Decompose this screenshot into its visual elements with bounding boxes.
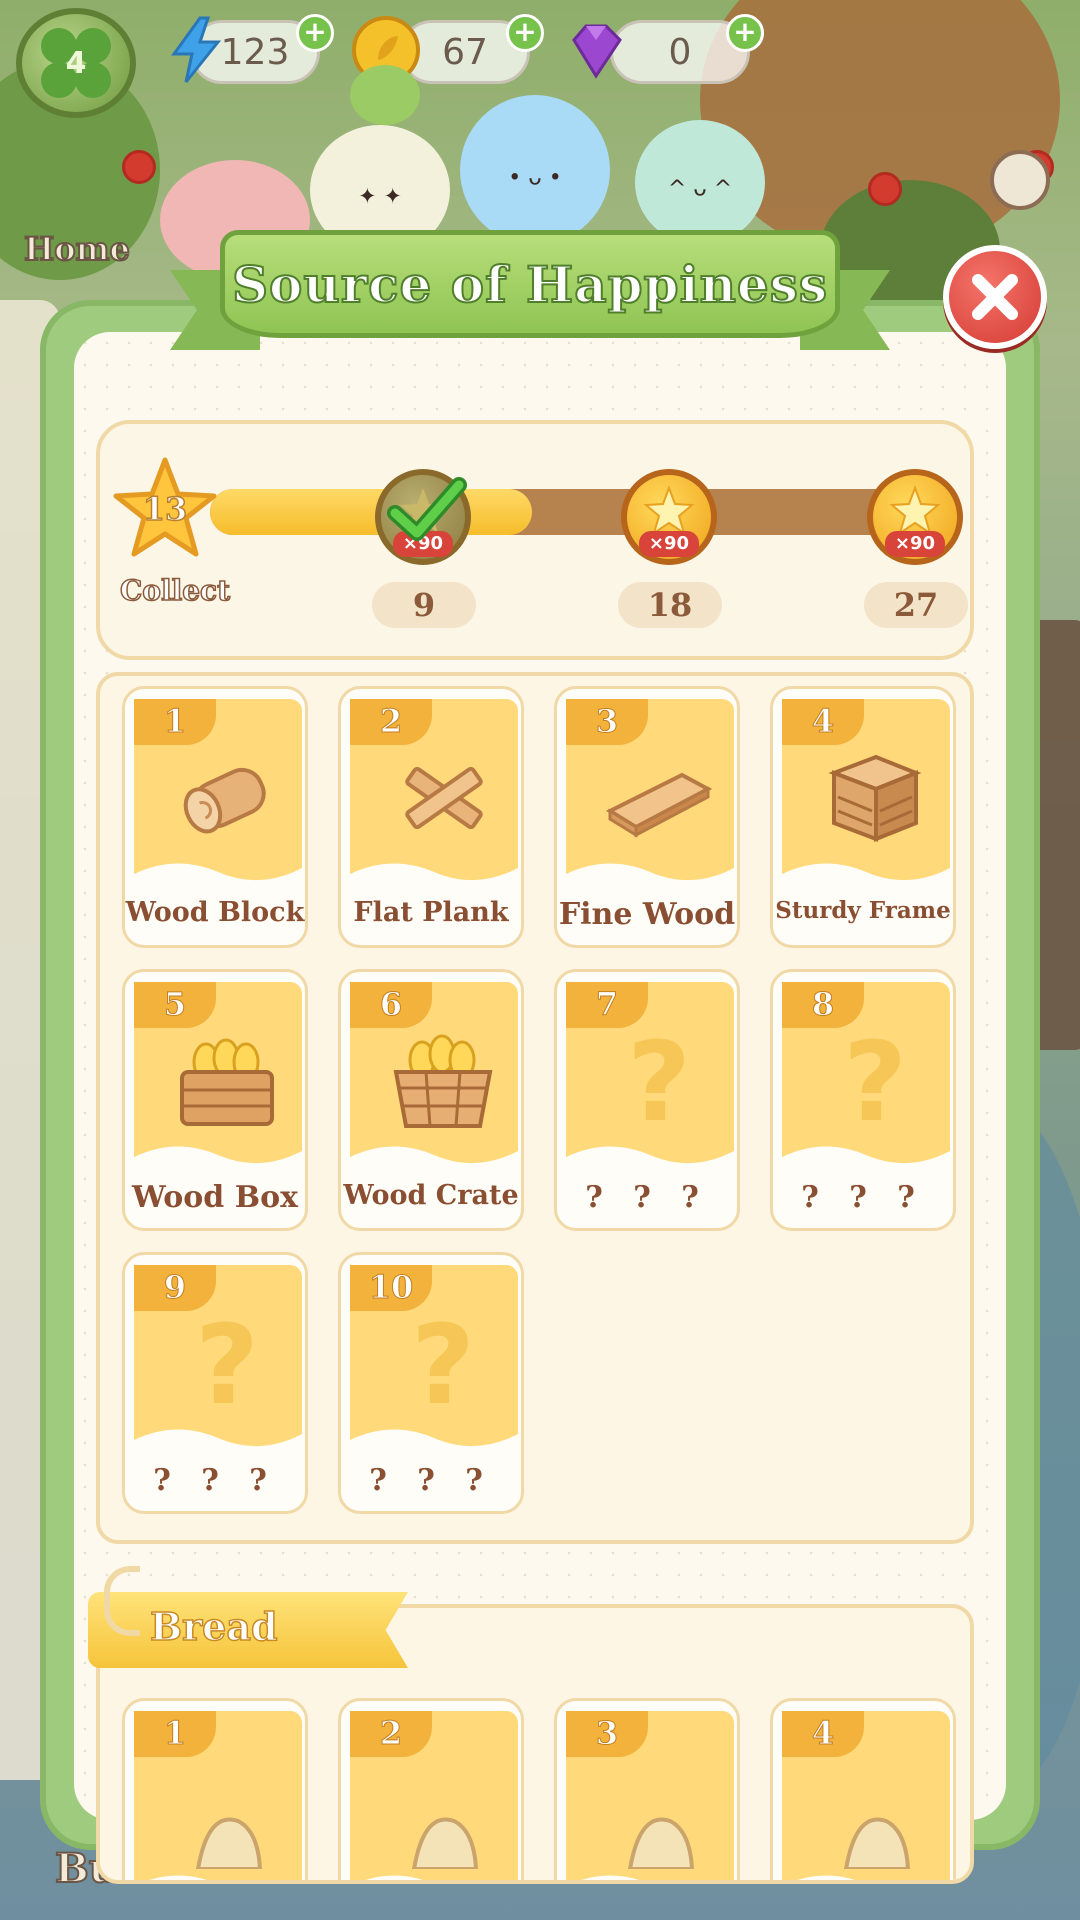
gem-value: 0 (668, 31, 692, 73)
level-number: 4 (65, 45, 87, 81)
card-illustration-area: 7? (566, 982, 734, 1183)
star-icon (643, 485, 695, 536)
card-item-name: Wood Block (125, 897, 305, 928)
card-item-name: Fine Wood (558, 897, 736, 932)
blue-mascot: • ᴗ • (460, 95, 610, 245)
level-badge[interactable]: 4 (16, 8, 136, 118)
add-gems-button[interactable]: + (726, 14, 764, 52)
collect-label: Collect (119, 573, 231, 608)
wood-item-card[interactable]: 3 Fine Wood (554, 686, 740, 948)
reward-multiplier: ×90 (885, 531, 945, 557)
wood-item-card[interactable]: 2 Flat Plank (338, 686, 524, 948)
card-item-name: Wood Crate (343, 1180, 519, 1211)
wood-item-card[interactable]: 8?? ? ? (770, 969, 956, 1231)
add-coins-button[interactable]: + (506, 14, 544, 52)
close-icon (972, 274, 1018, 320)
svg-text:?: ? (195, 1305, 259, 1423)
milestone-reward-1[interactable]: ×90 (375, 469, 475, 569)
board-icon (600, 739, 718, 857)
card-item-name: ? ? ? (801, 1180, 925, 1215)
collect-count: 13 (142, 489, 188, 529)
wood-item-card[interactable]: 1 Wood Block (122, 686, 308, 948)
card-item-name: Flat Plank (353, 897, 509, 928)
card-illustration-area: 10? (350, 1265, 518, 1466)
wood-item-card[interactable]: 5 Wood Box (122, 969, 308, 1231)
wood-item-card[interactable]: 6 Wood Crate (338, 969, 524, 1231)
wood-item-card[interactable]: 9?? ? ? (122, 1252, 308, 1514)
card-illustration-area: 3 (566, 699, 734, 900)
close-button[interactable] (943, 245, 1047, 349)
bread-partial-icon (384, 1751, 502, 1871)
tab-hook (104, 1566, 140, 1636)
bread-partial-icon (168, 1751, 286, 1871)
mascot-group: ✦ ✦ • ᴗ • ^ ᴗ ^ (160, 65, 850, 280)
card-illustration-area: 9? (134, 1265, 302, 1466)
question-icon: ? (168, 1301, 286, 1429)
bread-item-card[interactable]: 4 (770, 1698, 956, 1880)
bread-partial-icon (600, 1751, 718, 1871)
title-ribbon: Source of Happiness (170, 230, 890, 355)
milestone-reward-3[interactable]: ×90 (867, 469, 967, 569)
wood-collection-grid: 1 Wood Block 2 Flat Plank 3 Fine Wood 4 Sturdy … (96, 672, 974, 1544)
svg-text:?: ? (843, 1022, 907, 1140)
progress-track (210, 489, 910, 535)
card-item-name: Wood Box (132, 1180, 298, 1215)
notification-dot (868, 172, 902, 206)
wood-crate-icon (384, 1022, 502, 1140)
home-button[interactable]: Home (23, 229, 131, 269)
card-illustration-area: 1 (134, 1711, 302, 1880)
question-icon: ? (600, 1018, 718, 1146)
card-illustration-area: 6 (350, 982, 518, 1183)
wood-item-card[interactable]: 4 Sturdy Frame (770, 686, 956, 948)
check-icon (387, 477, 467, 541)
card-illustration-area: 5 (134, 982, 302, 1183)
bread-item-card[interactable]: 2 (338, 1698, 524, 1880)
card-illustration-area: 2 (350, 1711, 518, 1880)
card-illustration-area: 3 (566, 1711, 734, 1880)
bread-item-card[interactable]: 3 (554, 1698, 740, 1880)
bread-partial-icon (816, 1751, 934, 1871)
crossed-planks-icon (384, 739, 502, 857)
question-icon: ? (384, 1301, 502, 1429)
star-icon (889, 485, 941, 536)
reward-multiplier: ×90 (639, 531, 699, 557)
leaf-sprout (350, 65, 420, 125)
card-item-name: ? ? ? (585, 1180, 709, 1215)
bread-section-label: Bread (149, 1603, 278, 1650)
card-item-name: ? ? ? (153, 1463, 277, 1498)
bread-item-card[interactable]: 1 (122, 1698, 308, 1880)
notification-dot (122, 150, 156, 184)
card-illustration-area: 8? (782, 982, 950, 1183)
add-energy-button[interactable]: + (296, 14, 334, 52)
milestone-threshold-1: 9 (372, 582, 476, 628)
modal-title: Source of Happiness (231, 254, 829, 315)
log-icon (168, 739, 286, 857)
wood-item-card[interactable]: 7?? ? ? (554, 969, 740, 1231)
svg-text:?: ? (627, 1022, 691, 1140)
svg-text:?: ? (411, 1305, 475, 1423)
card-item-name: Sturdy Frame (775, 897, 951, 924)
lightning-icon (171, 16, 222, 83)
wood-box-icon (168, 1022, 286, 1140)
card-item-name: ? ? ? (369, 1463, 493, 1498)
card-illustration-area: 4 (782, 1711, 950, 1880)
milestone-threshold-3: 27 (864, 582, 968, 628)
menu-button[interactable] (990, 150, 1050, 210)
question-icon: ? (816, 1018, 934, 1146)
card-illustration-area: 2 (350, 699, 518, 900)
milestone-threshold-2: 18 (618, 582, 722, 628)
wood-item-card[interactable]: 10?? ? ? (338, 1252, 524, 1514)
frame-icon (816, 739, 934, 857)
collection-progress-panel: 13 Collect ×90 9 ×90 18 ×90 27 (96, 420, 974, 660)
progress-fill (210, 489, 532, 535)
card-illustration-area: 1 (134, 699, 302, 900)
mint-mascot: ^ ᴗ ^ (635, 120, 765, 245)
coin-value: 67 (442, 31, 488, 73)
milestone-reward-2[interactable]: ×90 (621, 469, 721, 569)
card-illustration-area: 4 (782, 699, 950, 900)
